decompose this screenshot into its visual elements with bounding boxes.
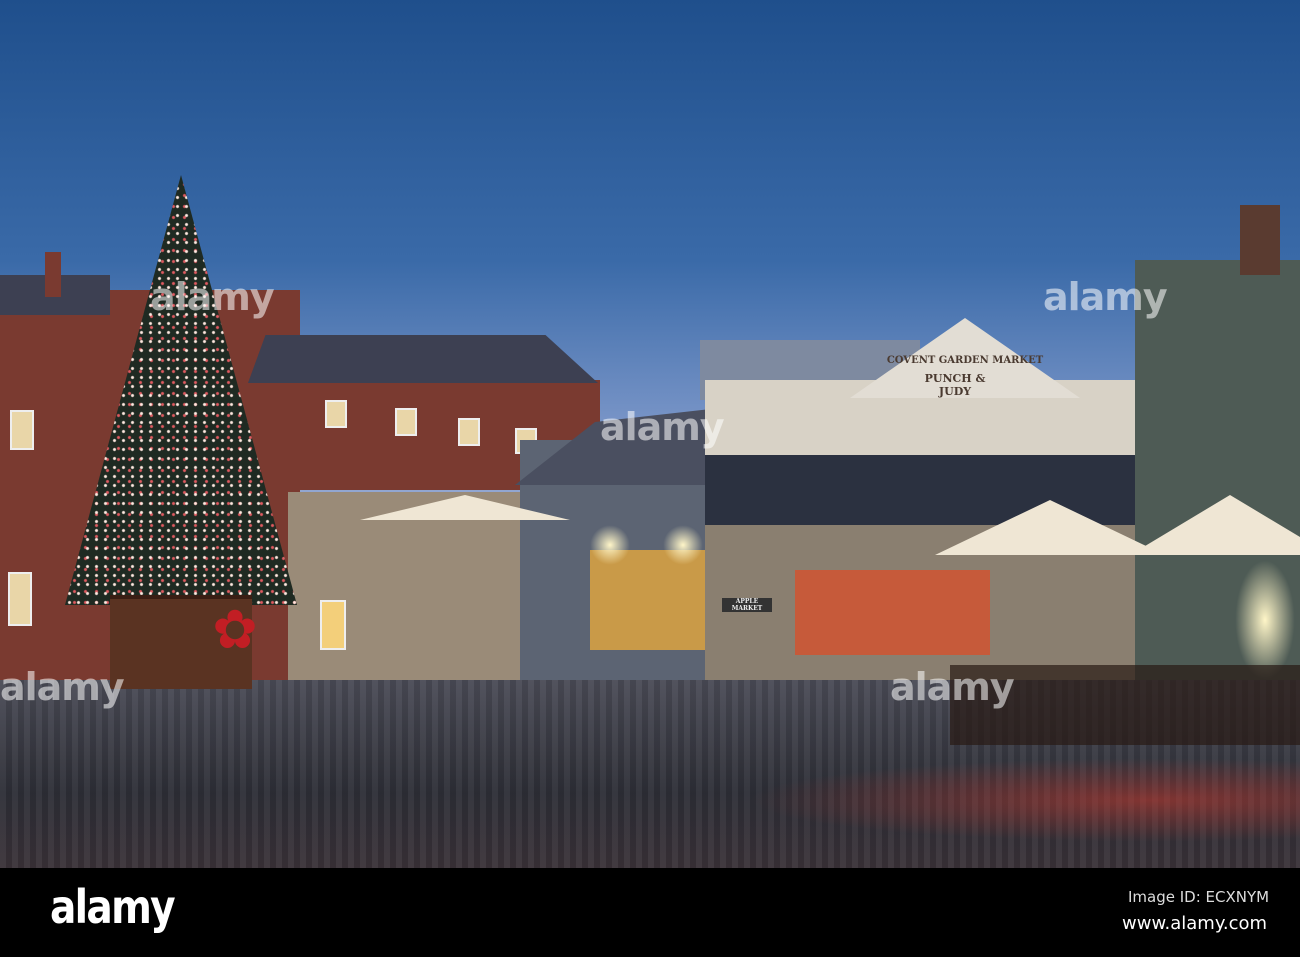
watermark: alamy: [1043, 275, 1168, 319]
watermark: alamy: [600, 405, 725, 449]
photo-scene: COVENT GARDEN MARKET PUNCH & JUDY APPLE …: [0, 0, 1300, 868]
shop-window: [795, 570, 990, 655]
apple-market-sign: APPLE MARKET: [722, 598, 772, 612]
window: [10, 410, 34, 450]
watermark: alamy: [150, 275, 275, 319]
chimney: [45, 252, 61, 297]
market-sign: COVENT GARDEN MARKET: [886, 355, 1044, 366]
lamp-glow: [663, 525, 703, 565]
window: [325, 400, 347, 428]
lamp-glow: [590, 525, 630, 565]
window: [458, 418, 480, 446]
image-id: Image ID: ECXNYM: [1128, 888, 1270, 906]
watermark: alamy: [0, 665, 125, 709]
chimney: [1240, 205, 1280, 275]
site-url[interactable]: www.alamy.com: [1122, 913, 1267, 934]
red-bow: ✿: [212, 598, 258, 661]
window: [320, 600, 346, 650]
roof-middle: [248, 335, 598, 383]
window: [8, 572, 32, 626]
market-arches: [590, 550, 720, 650]
pub-sign: PUNCH & JUDY: [924, 372, 986, 398]
watermark: alamy: [890, 665, 1015, 709]
alamy-logo[interactable]: alamy: [50, 880, 176, 934]
footer-bar: [0, 868, 1300, 957]
window: [395, 408, 417, 436]
heater-glow: [1235, 560, 1295, 680]
